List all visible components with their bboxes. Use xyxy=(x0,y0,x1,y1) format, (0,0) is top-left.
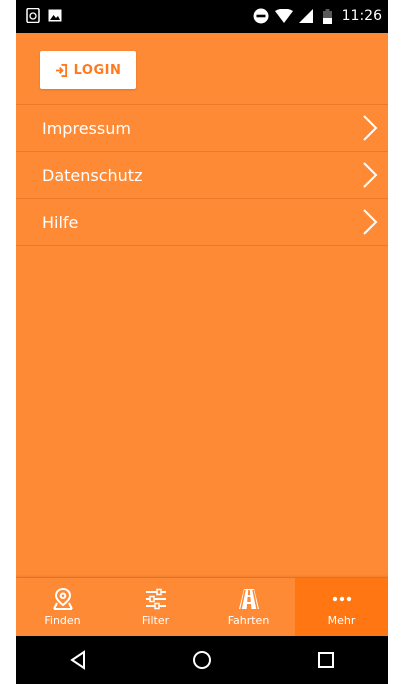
main-content: LOGIN Impressum Datenschutz Hilfe xyxy=(16,33,388,576)
wifi-icon xyxy=(274,9,293,23)
do-not-disturb-icon xyxy=(253,8,269,24)
phone-sync-icon xyxy=(26,8,40,23)
menu-item-datenschutz[interactable]: Datenschutz xyxy=(16,151,388,198)
menu-item-label: Datenschutz xyxy=(42,165,143,185)
chevron-right-icon xyxy=(363,115,378,141)
map-pin-icon xyxy=(52,588,73,610)
login-arrow-icon xyxy=(55,63,67,77)
chevron-right-icon xyxy=(363,162,378,188)
tab-label: Fahrten xyxy=(227,614,270,627)
home-icon[interactable] xyxy=(192,650,212,670)
app-screen: 11:26 LOGIN Impressum Datenschutz Hilfe … xyxy=(16,0,388,684)
tab-label: Filter xyxy=(141,614,170,627)
menu-item-impressum[interactable]: Impressum xyxy=(16,104,388,151)
signal-icon xyxy=(298,9,313,23)
system-navigation-bar xyxy=(16,636,388,684)
back-icon[interactable] xyxy=(68,650,88,670)
status-bar-left xyxy=(26,8,62,23)
image-icon xyxy=(48,9,62,22)
bottom-navigation: Finden Filter Fahrten Mehr xyxy=(16,577,388,637)
recents-icon[interactable] xyxy=(316,650,336,670)
road-icon xyxy=(238,589,259,610)
sliders-icon xyxy=(145,588,166,610)
login-label: LOGIN xyxy=(73,62,122,78)
battery-icon xyxy=(322,8,332,24)
tab-label: Finden xyxy=(44,614,81,627)
status-bar-right: 11:26 xyxy=(253,8,382,24)
tab-filter[interactable]: Filter xyxy=(109,578,202,637)
tab-finden[interactable]: Finden xyxy=(16,578,109,637)
status-bar: 11:26 xyxy=(16,0,388,33)
menu-item-label: Hilfe xyxy=(42,212,79,232)
menu-list: Impressum Datenschutz Hilfe xyxy=(16,104,388,246)
tab-fahrten[interactable]: Fahrten xyxy=(202,578,295,637)
login-button[interactable]: LOGIN xyxy=(40,51,136,89)
tab-label: Mehr xyxy=(327,614,356,627)
menu-item-label: Impressum xyxy=(42,118,131,138)
status-time: 11:26 xyxy=(341,8,382,24)
more-dots-icon xyxy=(332,596,351,602)
tab-mehr[interactable]: Mehr xyxy=(295,578,388,637)
chevron-right-icon xyxy=(363,209,378,235)
menu-item-hilfe[interactable]: Hilfe xyxy=(16,198,388,246)
